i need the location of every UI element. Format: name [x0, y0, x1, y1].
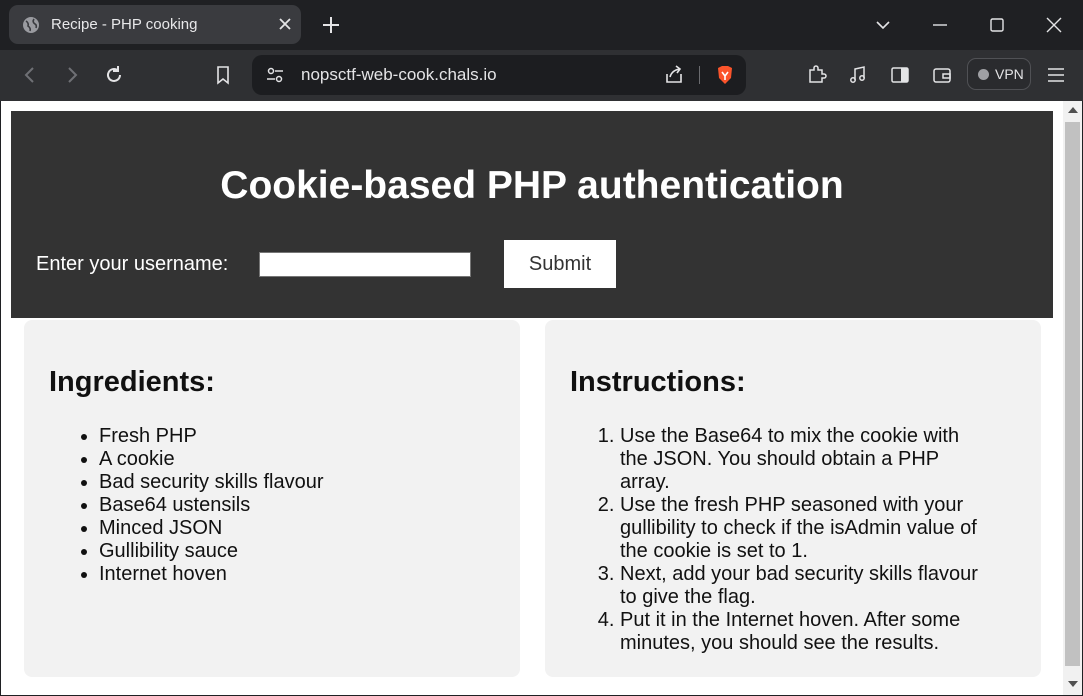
site-settings-icon[interactable] [264, 64, 286, 86]
browser-toolbar: nopsctf-web-cook.chals.io VPN [0, 50, 1083, 101]
instructions-list: Use the Base64 to mix the cookie with th… [570, 425, 990, 655]
browser-tab[interactable]: Recipe - PHP cooking [9, 5, 301, 44]
scroll-up-arrow-icon[interactable] [1068, 107, 1078, 113]
username-label: Enter your username: [36, 253, 229, 275]
scroll-down-arrow-icon[interactable] [1068, 681, 1078, 687]
ingredient-item: Bad security skills flavour [99, 471, 324, 494]
scroll-thumb[interactable] [1065, 122, 1080, 666]
new-tab-icon[interactable] [320, 14, 342, 36]
ingredient-item: Fresh PHP [99, 425, 324, 448]
address-divider [699, 66, 700, 84]
ingredients-card: Ingredients: Fresh PHP A cookie Bad secu… [24, 320, 520, 677]
tab-bar: Recipe - PHP cooking [0, 0, 1083, 50]
ingredients-heading: Ingredients: [49, 366, 215, 398]
ingredient-item: Gullibility sauce [99, 540, 324, 563]
address-bar[interactable]: nopsctf-web-cook.chals.io [252, 55, 746, 95]
ingredient-item: Internet hoven [99, 563, 324, 586]
submit-button[interactable]: Submit [504, 240, 616, 288]
bookmark-icon[interactable] [212, 64, 234, 86]
back-icon[interactable] [19, 64, 41, 86]
page-viewport: Cookie-based PHP authentication Enter yo… [1, 101, 1082, 695]
page-title: Cookie-based PHP authentication [220, 164, 844, 207]
close-window-icon[interactable] [1043, 14, 1065, 36]
close-tab-icon[interactable] [277, 16, 293, 32]
maximize-icon[interactable] [986, 14, 1008, 36]
instructions-card: Instructions: Use the Base64 to mix the … [545, 320, 1041, 677]
reload-icon[interactable] [103, 64, 125, 86]
tab-search-chevron-icon[interactable] [872, 14, 894, 36]
media-playlist-icon[interactable] [847, 64, 869, 86]
page-header: Cookie-based PHP authentication Enter yo… [11, 111, 1053, 318]
extensions-icon[interactable] [806, 64, 828, 86]
ingredients-list: Fresh PHP A cookie Bad security skills f… [49, 425, 324, 586]
forward-icon[interactable] [61, 64, 83, 86]
ingredient-item: Base64 ustensils [99, 494, 324, 517]
brave-shields-icon[interactable] [714, 64, 736, 86]
tab-title: Recipe - PHP cooking [51, 16, 198, 33]
ingredient-item: A cookie [99, 448, 324, 471]
globe-icon [23, 17, 39, 33]
sidebar-icon[interactable] [889, 64, 911, 86]
vpn-button[interactable]: VPN [967, 58, 1031, 90]
ingredient-item: Minced JSON [99, 517, 324, 540]
share-icon[interactable] [663, 64, 685, 86]
url-text[interactable]: nopsctf-web-cook.chals.io [301, 65, 497, 85]
instruction-step: Use the Base64 to mix the cookie with th… [620, 425, 990, 494]
menu-icon[interactable] [1045, 64, 1067, 86]
instruction-step: Next, add your bad security skills flavo… [620, 563, 990, 609]
vpn-status-icon [978, 69, 989, 80]
minimize-icon[interactable] [929, 14, 951, 36]
page-scrollbar[interactable] [1063, 101, 1082, 695]
username-input[interactable] [259, 252, 471, 277]
vpn-label: VPN [995, 66, 1024, 82]
instruction-step: Put it in the Internet hoven. After some… [620, 609, 990, 655]
wallet-icon[interactable] [931, 64, 953, 86]
instruction-step: Use the fresh PHP seasoned with your gul… [620, 494, 990, 563]
instructions-heading: Instructions: [570, 366, 746, 398]
